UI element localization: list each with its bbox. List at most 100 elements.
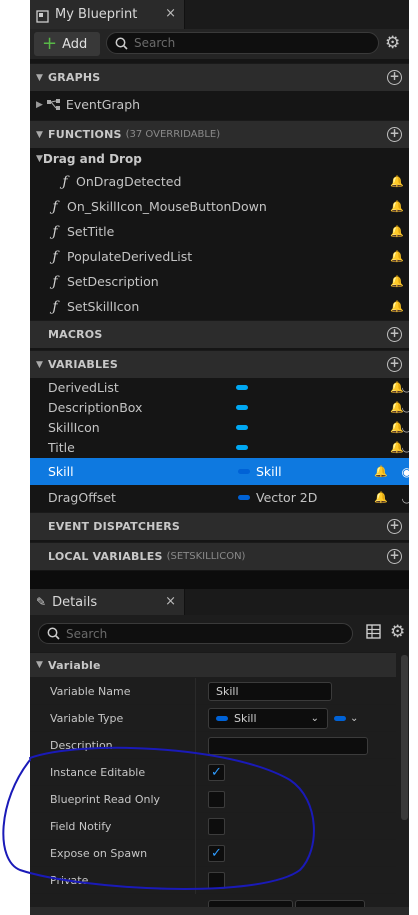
gear-icon[interactable]: ⚙	[390, 622, 405, 642]
category-label: Variable	[48, 658, 101, 672]
description-input[interactable]	[208, 737, 368, 755]
variable-row[interactable]: DerivedList 🔔 ◡	[30, 377, 418, 397]
search-box	[106, 32, 379, 54]
bell-icon[interactable]: 🔔	[390, 300, 404, 313]
details-search-input[interactable]	[66, 626, 266, 641]
variable-row[interactable]: SkillIcon 🔔 ◡	[30, 417, 418, 437]
variable-type-dropdown[interactable]: Skill ⌄	[208, 708, 328, 729]
private-checkbox[interactable]	[208, 872, 225, 889]
section-macros[interactable]: MACROS +	[30, 320, 418, 348]
list-item-label: SetSkillIcon	[67, 299, 140, 314]
property-label: Blueprint Read Only	[50, 792, 161, 806]
section-event-dispatchers[interactable]: EVENT DISPATCHERS +	[30, 512, 418, 540]
section-graphs[interactable]: ▼ GRAPHS +	[30, 63, 418, 91]
expose-on-spawn-checkbox[interactable]: ✓	[208, 845, 225, 862]
search-icon	[47, 627, 60, 640]
background-edge	[409, 0, 418, 915]
variable-row[interactable]: Title 🔔 ◡	[30, 437, 418, 457]
container-type-pill	[334, 716, 346, 721]
variable-label: SkillIcon	[48, 419, 100, 435]
tab-details[interactable]: ✎ Details ×	[30, 589, 185, 615]
section-label: LOCAL VARIABLES	[48, 550, 163, 563]
property-label: Instance Editable	[50, 765, 146, 779]
column-separator	[195, 705, 196, 732]
tab-title: Details	[52, 594, 98, 610]
collapse-arrow-icon: ▼	[36, 359, 43, 370]
list-item-label: SetDescription	[67, 274, 159, 289]
property-instance-editable: Instance Editable ✓	[30, 759, 396, 786]
gear-icon[interactable]: ⚙	[385, 33, 400, 53]
list-item-function[interactable]: ƒ SetDescription 🔔	[30, 269, 418, 294]
tab-title: My Blueprint	[55, 7, 138, 22]
list-item-eventgraph[interactable]: ▶ EventGraph	[30, 92, 418, 117]
blueprint-read-only-checkbox[interactable]	[208, 791, 225, 808]
property-label: Private	[50, 873, 89, 887]
bell-icon[interactable]: 🔔	[390, 275, 404, 288]
my-blueprint-panel: My Blueprint × + Add ⚙ ▼ GRAPHS + ▶ Even…	[30, 0, 418, 915]
section-local-variables[interactable]: LOCAL VARIABLES (SETSKILLICON) +	[30, 542, 418, 570]
add-button[interactable]: + Add	[34, 32, 100, 56]
bell-icon[interactable]: 🔔	[374, 465, 388, 478]
list-item-function[interactable]: ƒ PopulateDerivedList 🔔	[30, 244, 418, 269]
add-local-variable-icon[interactable]: +	[387, 549, 402, 564]
variable-row[interactable]: DragOffset Vector 2D 🔔 ◡	[30, 485, 418, 510]
property-description: Description	[30, 732, 396, 759]
function-icon: ƒ	[52, 273, 58, 290]
list-item-function[interactable]: ƒ SetSkillIcon 🔔	[30, 294, 418, 319]
panel-divider	[30, 571, 418, 589]
add-macro-icon[interactable]: +	[387, 327, 402, 342]
variable-type-label: Skill	[256, 464, 282, 479]
variable-label: DescriptionBox	[48, 399, 143, 415]
section-sublabel: (SETSKILLICON)	[166, 551, 246, 562]
bell-icon[interactable]: 🔔	[390, 175, 404, 188]
variable-row[interactable]: DescriptionBox 🔔 ◡	[30, 397, 418, 417]
add-function-icon[interactable]: +	[387, 127, 402, 142]
collapse-arrow-icon: ▼	[36, 129, 43, 140]
bell-icon[interactable]: 🔔	[374, 491, 388, 504]
property-expose-on-spawn: Expose on Spawn ✓	[30, 840, 396, 867]
property-label: Variable Type	[50, 711, 124, 725]
expand-arrow-icon: ▶	[36, 99, 43, 110]
section-label: EVENT DISPATCHERS	[48, 520, 181, 533]
variable-name-input[interactable]: Skill	[208, 682, 332, 701]
list-item-label: On_SkillIcon_MouseButtonDown	[67, 199, 267, 214]
variable-row-selected[interactable]: Skill Skill 🔔 ◉	[30, 458, 418, 485]
close-icon[interactable]: ×	[165, 6, 176, 21]
add-variable-icon[interactable]: +	[387, 357, 402, 372]
close-icon[interactable]: ×	[165, 594, 176, 609]
next-property-row	[30, 895, 396, 910]
property-label: Variable Name	[50, 684, 131, 698]
section-label: GRAPHS	[48, 71, 101, 84]
section-variables[interactable]: ▼ VARIABLES +	[30, 350, 418, 378]
details-scrollbar[interactable]	[401, 655, 408, 820]
variable-type-label: Vector 2D	[256, 490, 318, 505]
bell-icon[interactable]: 🔔	[390, 225, 404, 238]
details-search-box	[38, 623, 353, 644]
search-icon	[115, 37, 128, 50]
variable-label: DerivedList	[48, 379, 119, 395]
table-view-icon[interactable]	[366, 624, 381, 643]
collapse-arrow-icon: ▼	[36, 660, 43, 670]
tab-my-blueprint[interactable]: My Blueprint ×	[30, 0, 185, 29]
column-separator	[195, 786, 196, 813]
list-item-ondragdetected[interactable]: ƒ OnDragDetected 🔔	[30, 169, 418, 194]
variable-type-pill	[216, 716, 228, 721]
search-input[interactable]	[134, 36, 334, 50]
category-drag-and-drop[interactable]: ▼ Drag and Drop	[30, 148, 418, 170]
add-event-dispatcher-icon[interactable]: +	[387, 519, 402, 534]
field-notify-checkbox[interactable]	[208, 818, 225, 835]
bell-icon[interactable]: 🔔	[390, 250, 404, 263]
list-item-label: SetTitle	[67, 224, 115, 239]
list-item-function[interactable]: ƒ On_SkillIcon_MouseButtonDown 🔔	[30, 194, 418, 219]
list-item-label: OnDragDetected	[76, 174, 182, 189]
list-item-label: EventGraph	[65, 97, 141, 112]
pencil-icon: ✎	[36, 595, 47, 609]
add-graph-icon[interactable]: +	[387, 70, 402, 85]
list-item-function[interactable]: ƒ SetTitle 🔔	[30, 219, 418, 244]
instance-editable-checkbox[interactable]: ✓	[208, 764, 225, 781]
container-type-dropdown[interactable]: ⌄	[334, 708, 364, 729]
section-functions[interactable]: ▼ FUNCTIONS (37 OVERRIDABLE) +	[30, 120, 418, 148]
details-category-variable[interactable]: ▼ Variable	[30, 652, 396, 677]
property-variable-type: Variable Type Skill ⌄ ⌄	[30, 705, 396, 732]
bell-icon[interactable]: 🔔	[390, 200, 404, 213]
